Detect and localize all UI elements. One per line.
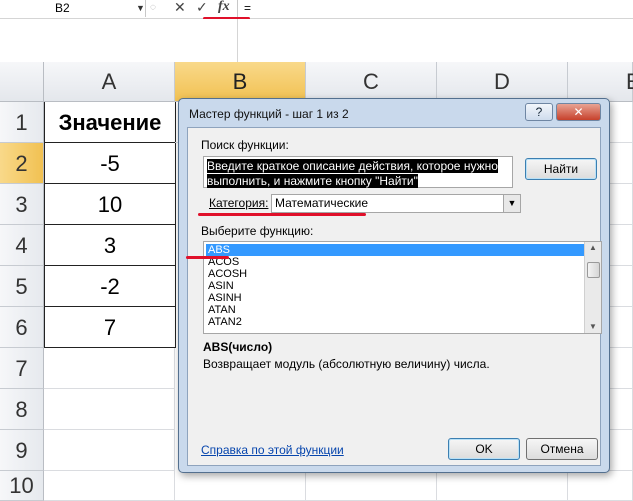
ribbon-gap bbox=[0, 19, 633, 62]
row-header-3[interactable]: 3 bbox=[0, 184, 44, 225]
row-header-8[interactable]: 8 bbox=[0, 389, 44, 430]
function-list[interactable]: ABS ACOS ACOSH ASIN ASINH ATAN ATAN2 ▲ ▼ bbox=[203, 241, 602, 334]
cell-a8[interactable] bbox=[44, 389, 175, 430]
scroll-thumb[interactable] bbox=[587, 262, 600, 278]
list-item[interactable]: ACOSH bbox=[206, 268, 586, 280]
cell-a7[interactable] bbox=[44, 348, 175, 389]
column-header-c[interactable]: C bbox=[306, 62, 437, 102]
ok-button[interactable]: OK bbox=[448, 438, 520, 460]
help-link[interactable]: Справка по этой функции bbox=[201, 443, 344, 457]
category-label: Категория: bbox=[209, 196, 269, 210]
divider bbox=[237, 19, 238, 62]
list-scrollbar[interactable]: ▲ ▼ bbox=[584, 242, 601, 333]
column-header-a[interactable]: A bbox=[44, 62, 175, 102]
function-wizard-dialog: Мастер функций - шаг 1 из 2 ? ✕ Поиск фу… bbox=[178, 98, 610, 473]
cell-a1[interactable]: Значение bbox=[44, 102, 176, 143]
cell-d10[interactable] bbox=[437, 471, 568, 501]
cell-a6[interactable]: 7 bbox=[44, 307, 176, 348]
row-header-9[interactable]: 9 bbox=[0, 430, 44, 471]
row-header-6[interactable]: 6 bbox=[0, 307, 44, 348]
annotation-underline-category bbox=[198, 213, 366, 216]
list-item[interactable]: ATAN bbox=[206, 304, 586, 316]
search-label: Поиск функции: bbox=[201, 138, 289, 152]
column-header-e[interactable]: E bbox=[568, 62, 633, 102]
category-select[interactable]: Математические ▼ bbox=[271, 194, 521, 213]
list-item-abs[interactable]: ABS bbox=[205, 243, 587, 257]
list-item[interactable]: ATAN2 bbox=[206, 316, 586, 328]
row-header-1[interactable]: 1 bbox=[0, 102, 44, 143]
column-header-d[interactable]: D bbox=[437, 62, 568, 102]
row-header-4[interactable]: 4 bbox=[0, 225, 44, 266]
cancel-button[interactable]: Отмена bbox=[526, 438, 598, 460]
scroll-down-icon[interactable]: ▼ bbox=[585, 321, 601, 333]
row-header-10[interactable]: 10 bbox=[0, 471, 44, 501]
cell-a3[interactable]: 10 bbox=[44, 184, 176, 225]
search-input[interactable]: Введите краткое описание действия, котор… bbox=[203, 156, 513, 188]
cell-a2[interactable]: -5 bbox=[44, 143, 176, 184]
formula-input[interactable]: = bbox=[237, 0, 633, 17]
search-input-text: Введите краткое описание действия, котор… bbox=[207, 159, 498, 188]
cell-c10[interactable] bbox=[306, 471, 437, 501]
dialog-body: Поиск функции: Введите краткое описание … bbox=[187, 127, 602, 466]
insert-function-icon[interactable]: fx bbox=[218, 0, 230, 15]
cancel-icon[interactable]: ✕ bbox=[174, 0, 186, 16]
cell-a9[interactable] bbox=[44, 430, 175, 471]
cell-a10[interactable] bbox=[44, 471, 175, 501]
function-signature: ABS(число) bbox=[203, 340, 273, 354]
list-item[interactable]: ASIN bbox=[206, 280, 586, 292]
category-value: Математические bbox=[275, 196, 368, 210]
row-header-5[interactable]: 5 bbox=[0, 266, 44, 307]
row-header-7[interactable]: 7 bbox=[0, 348, 44, 389]
dialog-title: Мастер функций - шаг 1 из 2 bbox=[189, 107, 349, 121]
annotation-underline-abs bbox=[186, 256, 229, 259]
row-header-2[interactable]: 2 bbox=[0, 143, 44, 184]
formula-bar: B2 ▼ ◌ ✕ ✓ fx = bbox=[0, 0, 633, 19]
select-function-label: Выберите функцию: bbox=[201, 224, 314, 238]
column-header-b[interactable]: B bbox=[175, 62, 306, 102]
cell-b10[interactable] bbox=[175, 471, 306, 501]
cell-e10[interactable] bbox=[568, 471, 633, 501]
select-all-corner[interactable] bbox=[0, 62, 44, 102]
cell-a5[interactable]: -2 bbox=[44, 266, 176, 307]
chevron-down-icon[interactable]: ▼ bbox=[503, 195, 520, 212]
enter-icon[interactable]: ✓ bbox=[196, 0, 208, 16]
name-box[interactable]: B2 ▼ bbox=[0, 0, 146, 17]
find-button[interactable]: Найти bbox=[525, 158, 597, 180]
cell-a4[interactable]: 3 bbox=[44, 225, 176, 266]
grip-icon: ◌ bbox=[150, 2, 156, 13]
list-item[interactable]: ACOS bbox=[206, 256, 586, 268]
list-item[interactable]: ASINH bbox=[206, 292, 586, 304]
name-box-value: B2 bbox=[55, 1, 70, 15]
scroll-up-icon[interactable]: ▲ bbox=[585, 242, 601, 254]
help-button[interactable]: ? bbox=[525, 103, 553, 121]
close-button[interactable]: ✕ bbox=[556, 103, 601, 121]
chevron-down-icon[interactable]: ▼ bbox=[136, 0, 145, 17]
formula-text: = bbox=[244, 1, 252, 15]
function-description: Возвращает модуль (абсолютную величину) … bbox=[203, 357, 490, 371]
